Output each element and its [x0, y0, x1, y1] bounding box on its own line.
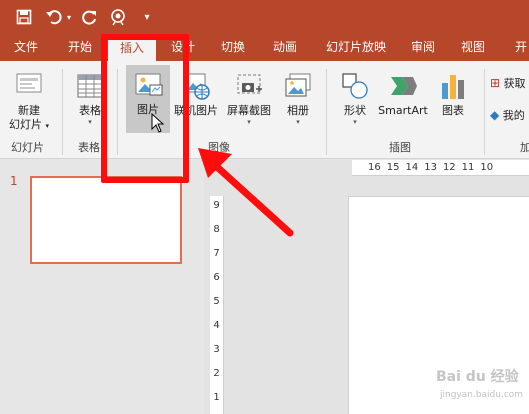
redo-icon[interactable] [80, 7, 100, 27]
watermark-subtext: jingyan.baidu.com [440, 390, 524, 400]
ruler-tick: 11 [461, 162, 475, 173]
ruler-tick: 1 [213, 392, 220, 403]
save-icon[interactable] [14, 7, 34, 27]
new-slide-label-2: 幻灯片 ▾ [8, 118, 49, 131]
tab-home[interactable]: 开始 [56, 34, 104, 61]
new-slide-icon [16, 73, 42, 93]
undo-icon[interactable] [44, 7, 64, 27]
shapes-label: 形状 [344, 104, 366, 117]
customize-qat-icon[interactable]: ▾ [142, 7, 152, 27]
tab-animations[interactable]: 动画 [262, 34, 308, 61]
slide-thumbnail[interactable] [30, 176, 182, 264]
group-label-tables: 表格 [78, 141, 100, 154]
chart-button[interactable]: 图表 [436, 71, 470, 118]
group-label-illustrations: 插图 [389, 141, 411, 154]
ruler-tick: 6 [213, 272, 220, 283]
slide-thumbnails-pane: 1 [0, 160, 204, 414]
screenshot-label: 屏幕截图 [227, 104, 271, 117]
slide-number: 1 [10, 174, 18, 188]
ruler-tick: 14 [405, 162, 419, 173]
my-addins-icon: ◆ [490, 108, 500, 122]
get-addins-label: 获取 [503, 77, 526, 90]
annotation-arrow-icon [198, 148, 294, 237]
tab-review[interactable]: 审阅 [402, 34, 444, 61]
group-label-addins: 加 [520, 141, 529, 154]
ribbon-separator [484, 69, 485, 155]
smartart-icon [391, 77, 417, 95]
store-icon: ⊞ [490, 76, 501, 90]
present-from-start-icon[interactable] [107, 7, 129, 27]
ruler-tick: 12 [442, 162, 456, 173]
powerpoint-window: ▾ ▾ 文件 开始 插入 设计 切换 动画 幻灯片放映 审阅 视图 开 新建 幻… [0, 0, 529, 414]
screenshot-button[interactable]: 屏幕截图 ▾ [222, 71, 276, 126]
horizontal-ruler: 16 15 14 13 12 11 10 [352, 160, 529, 176]
my-addins-label: 我的 [502, 109, 525, 122]
ruler-tick: 15 [386, 162, 400, 173]
ribbon-separator [62, 69, 63, 155]
photo-album-label: 相册 [287, 104, 309, 117]
smartart-button[interactable]: SmartArt [374, 71, 432, 118]
tab-slideshow[interactable]: 幻灯片放映 [318, 34, 394, 61]
ruler-tick: 16 [368, 162, 381, 173]
smartart-label: SmartArt [378, 104, 428, 117]
title-bar: ▾ ▾ [0, 0, 529, 34]
ruler-tick: 5 [213, 296, 220, 307]
get-addins-button[interactable]: ⊞ 获取 [490, 75, 529, 91]
new-slide-label-1: 新建 [18, 104, 40, 117]
screenshot-icon [237, 74, 262, 94]
shapes-button[interactable]: 形状 ▾ [336, 71, 374, 126]
shapes-dropdown-icon: ▾ [353, 118, 357, 126]
tab-view[interactable]: 视图 [452, 34, 494, 61]
undo-dropdown-icon[interactable]: ▾ [64, 7, 74, 27]
album-dropdown-icon: ▾ [296, 118, 300, 126]
group-label-slides: 幻灯片 [11, 141, 44, 154]
ruler-tick: 7 [213, 248, 220, 259]
ribbon-tabs: 文件 开始 插入 设计 切换 动画 幻灯片放映 审阅 视图 开 [0, 34, 529, 61]
screenshot-dropdown-icon: ▾ [247, 118, 251, 126]
photo-album-button[interactable]: 相册 ▾ [280, 71, 316, 126]
my-addins-button[interactable]: ◆ 我的 [490, 107, 529, 123]
annotation-highlight-box [101, 34, 189, 183]
ruler-tick: 3 [213, 344, 220, 355]
new-slide-button[interactable]: 新建 幻灯片 ▾ [4, 71, 54, 133]
chart-label: 图表 [442, 104, 464, 117]
photo-album-icon [285, 73, 311, 97]
ruler-tick: 2 [213, 368, 220, 379]
ruler-tick: 10 [480, 162, 494, 173]
tab-file[interactable]: 文件 [4, 34, 48, 61]
chart-icon [442, 75, 464, 99]
ruler-tick: 13 [424, 162, 437, 173]
ribbon-separator [326, 69, 327, 155]
tab-developer[interactable]: 开 [506, 34, 529, 61]
ruler-tick: 4 [213, 320, 220, 331]
watermark-text: Bai du 经验 [436, 369, 519, 385]
shapes-icon [342, 73, 368, 99]
tab-transitions[interactable]: 切换 [210, 34, 256, 61]
